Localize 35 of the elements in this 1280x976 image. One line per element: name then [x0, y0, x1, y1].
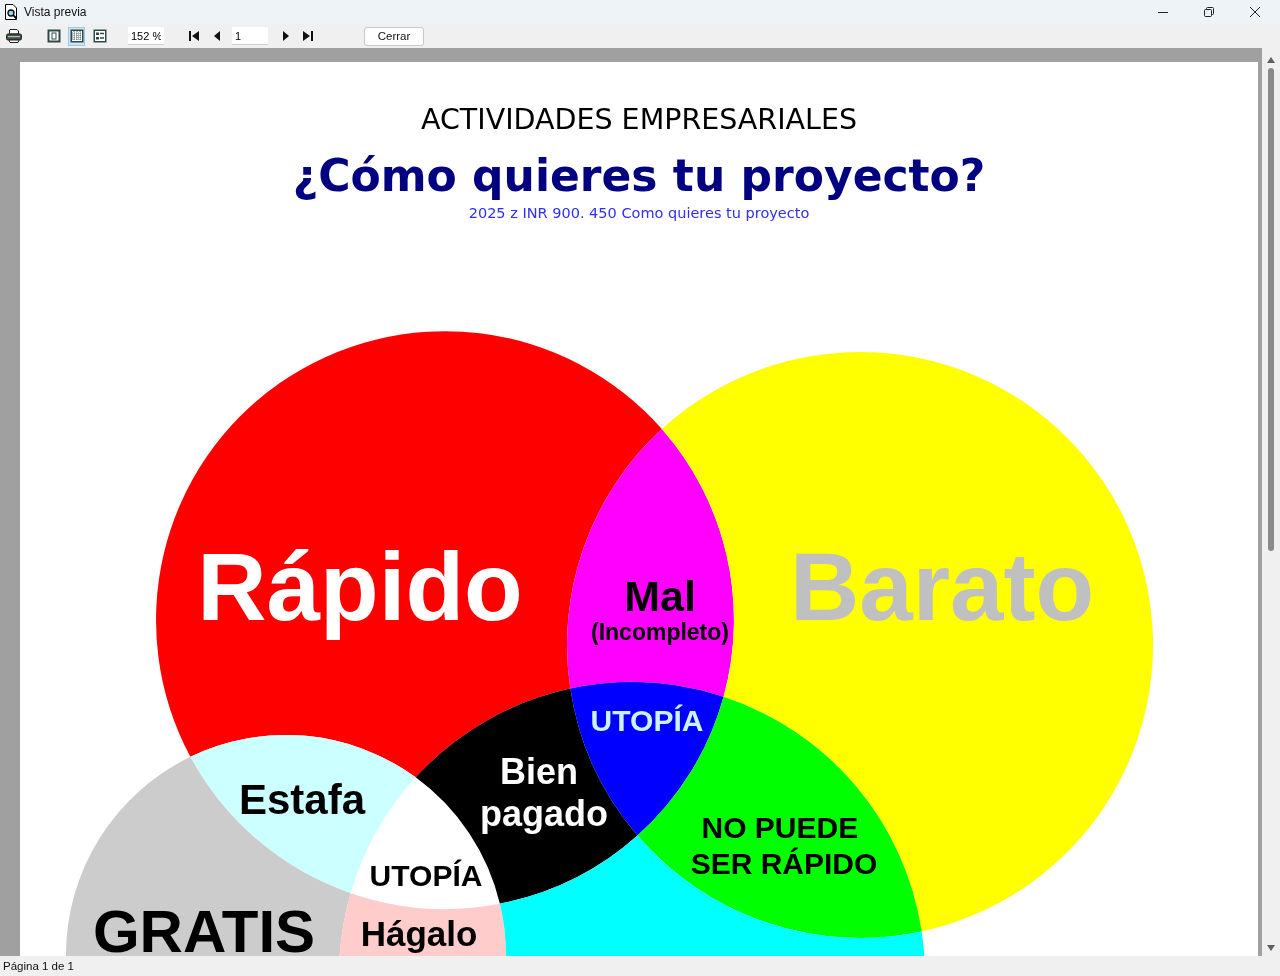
region-label: Bien pagado [480, 751, 608, 834]
left-triangle-icon [213, 31, 221, 41]
zoom-field[interactable]: 152 % [128, 27, 164, 45]
view-mode-button[interactable] [68, 26, 85, 46]
document-magnifier-icon [3, 4, 19, 20]
right-triangle-icon [282, 31, 290, 41]
page-status-text: Página 1 de 1 [3, 960, 74, 972]
region-label: UTOPÍA [369, 859, 483, 892]
close-icon [1250, 7, 1260, 17]
document-title: ¿Cómo quieres tu proyecto? [292, 151, 986, 201]
region-label: Rápido [197, 533, 523, 640]
region-label: GRATIS [92, 898, 316, 956]
page-icon [46, 29, 61, 43]
up-arrow-icon[interactable] [1267, 57, 1275, 63]
list-icon [92, 29, 107, 43]
region-label: Hágalo [360, 914, 478, 953]
print-button[interactable] [4, 26, 24, 46]
document-subtitle: 2025 z INR 900. 450 Como quieres tu proyecto [468, 204, 810, 222]
region-label: Estafa [238, 776, 366, 823]
document-heading: ACTIVIDADES EMPRESARIALES [420, 102, 857, 138]
region-note: (Incompleto) [591, 619, 729, 645]
scrollbar-thumb[interactable] [1268, 68, 1274, 551]
region-label: NO PUEDE SER RÁPIDO [690, 811, 878, 880]
region-label: Barato [789, 533, 1095, 640]
skip-to-end-icon [302, 31, 314, 41]
page-number-field[interactable]: 1 [232, 27, 268, 45]
region-label: Mal [624, 572, 696, 620]
region-label: UTOPÍA [590, 704, 704, 737]
printer-icon [6, 29, 22, 43]
skip-to-start-icon [188, 31, 200, 41]
restore-icon [1204, 7, 1214, 17]
grid-icon [69, 29, 84, 43]
window-title: Vista previa [24, 5, 87, 19]
close-button[interactable]: Cerrar [364, 26, 424, 46]
down-arrow-icon[interactable] [1267, 945, 1275, 951]
